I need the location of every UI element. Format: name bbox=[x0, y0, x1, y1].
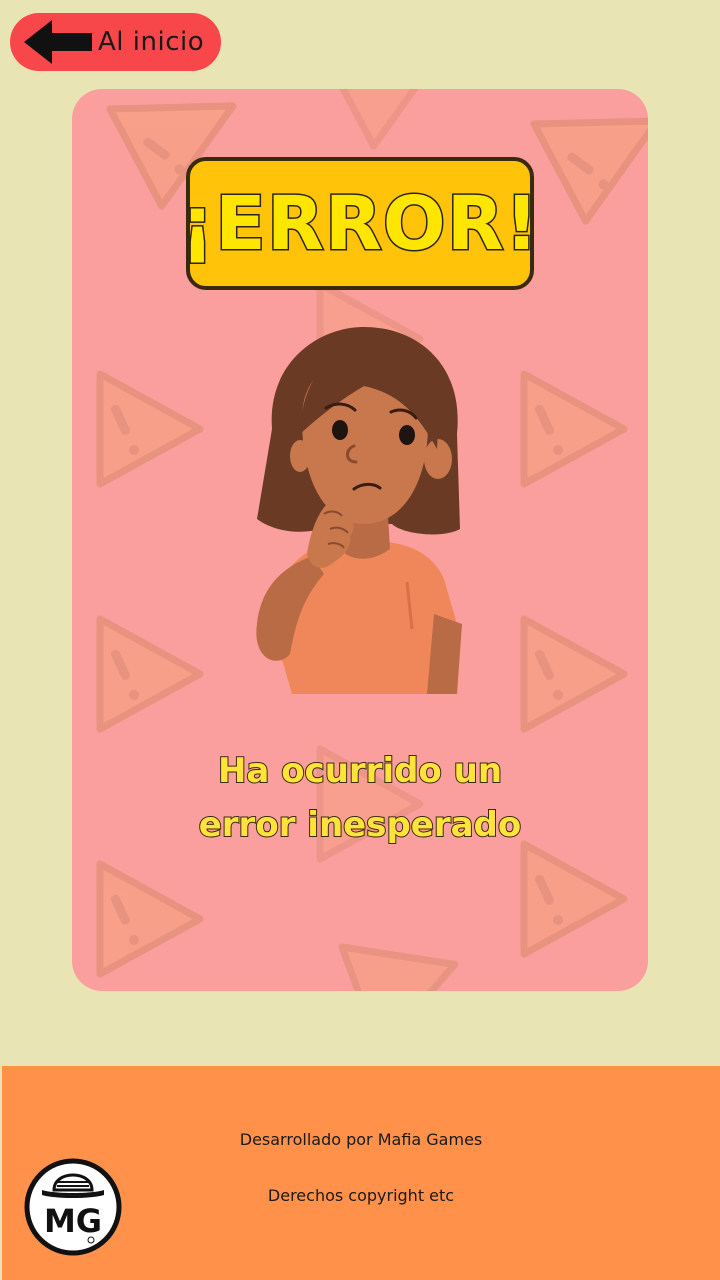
warning-triangle-icon bbox=[520, 615, 628, 733]
error-title-box: ¡ERROR! bbox=[179, 157, 540, 290]
warning-triangle-icon bbox=[520, 370, 628, 488]
mafia-games-logo-icon: MG bbox=[24, 1158, 122, 1256]
warning-triangle-icon bbox=[96, 615, 204, 733]
warning-triangle-icon bbox=[520, 840, 628, 958]
warning-triangle-icon bbox=[338, 943, 459, 991]
back-button-label: Al inicio bbox=[98, 27, 205, 57]
error-title: ¡ERROR! bbox=[179, 179, 540, 268]
error-message: Ha ocurrido un error inesperado bbox=[72, 744, 648, 852]
warning-triangle-icon bbox=[96, 860, 204, 978]
arrow-left-icon bbox=[24, 20, 92, 64]
logo-text: MG bbox=[44, 1202, 102, 1240]
warning-triangle-icon bbox=[318, 89, 449, 150]
thinking-girl-illustration bbox=[256, 327, 462, 694]
error-card: ¡ERROR! Ha ocurrido un error inesperado bbox=[72, 89, 648, 991]
developer-credit: Desarrollado por Mafia Games bbox=[239, 1130, 483, 1149]
footer: Desarrollado por Mafia Games Derechos co… bbox=[2, 1066, 720, 1280]
back-to-home-button[interactable]: Al inicio bbox=[10, 13, 221, 71]
warning-triangle-icon bbox=[530, 117, 648, 225]
error-message-line-2: error inesperado bbox=[198, 804, 523, 846]
error-message-line-1: Ha ocurrido un bbox=[217, 750, 503, 792]
warning-triangle-icon bbox=[96, 370, 204, 488]
